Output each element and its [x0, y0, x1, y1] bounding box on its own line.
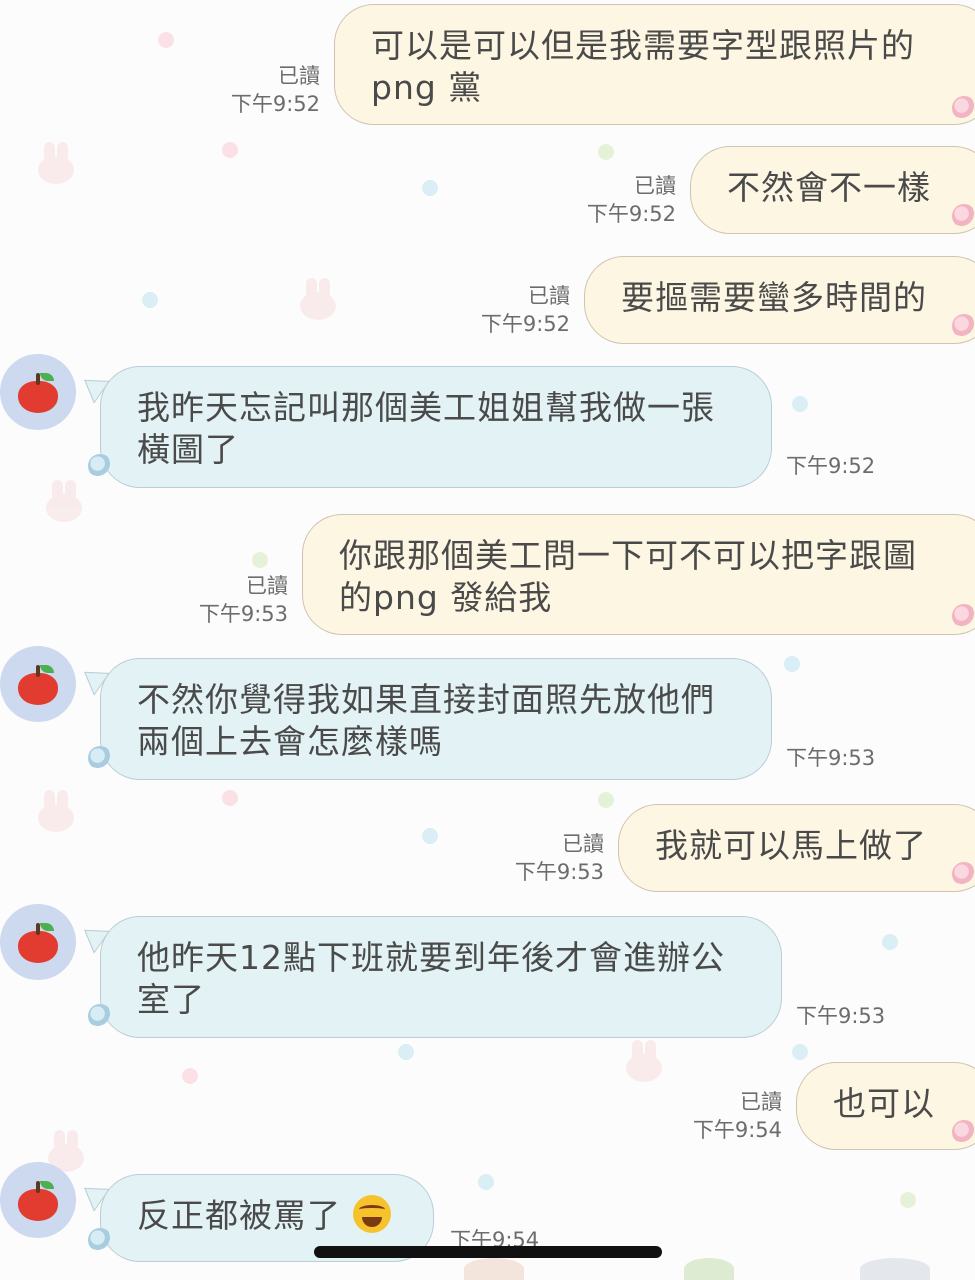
message-time: 下午9:52: [786, 454, 876, 478]
decor-dot: [222, 790, 238, 806]
decor-dot: [422, 828, 438, 844]
decor-dot: [598, 792, 614, 808]
message-time: 下午9:52: [586, 202, 676, 226]
avatar[interactable]: [0, 1162, 76, 1238]
message-bubble[interactable]: 他昨天12點下班就要到年後才會進辦公 室了: [100, 916, 782, 1038]
home-indicator[interactable]: [314, 1246, 662, 1258]
decor-dot: [222, 142, 238, 158]
read-receipt: 已讀: [246, 574, 288, 598]
bunny-icon: [44, 480, 84, 524]
message-text: 反正都被罵了: [137, 1196, 341, 1235]
decor-shape: [684, 1258, 734, 1280]
decor-dot: [398, 1044, 414, 1060]
decor-dot: [784, 656, 800, 672]
decor-dot: [158, 32, 174, 48]
message-meta: 已讀 下午9:53: [484, 830, 604, 886]
message-meta: 已讀 下午9:53: [168, 572, 288, 628]
apple-icon: [18, 923, 58, 963]
message-time: 下午9:52: [230, 92, 320, 116]
message-bubble[interactable]: 你跟那個美工問一下可不可以把字跟圖 的png 發給我: [302, 514, 975, 635]
decor-shape: [860, 1258, 930, 1280]
read-receipt: 已讀: [562, 832, 604, 856]
decor-dot: [900, 1192, 916, 1208]
message-time: 下午9:54: [692, 1118, 782, 1142]
message-time: 下午9:53: [796, 1004, 886, 1028]
flower-icon: [88, 746, 112, 770]
message-meta: 已讀 下午9:54: [662, 1088, 782, 1144]
message-meta: 已讀 下午9:52: [450, 282, 570, 338]
avatar[interactable]: [0, 646, 76, 722]
message-meta: 已讀 下午9:52: [200, 62, 320, 118]
message-bubble[interactable]: 我就可以馬上做了: [618, 804, 975, 892]
flower-icon: [952, 862, 975, 886]
decor-dot: [478, 1174, 494, 1190]
laughing-tears-emoji: [352, 1195, 391, 1233]
message-time: 下午9:53: [786, 746, 876, 770]
read-receipt: 已讀: [528, 284, 570, 308]
message-bubble[interactable]: 不然會不一樣: [690, 146, 975, 234]
flower-icon: [952, 96, 975, 120]
message-bubble[interactable]: 要摳需要蠻多時間的: [584, 256, 975, 344]
flower-icon: [952, 604, 975, 628]
read-receipt: 已讀: [278, 64, 320, 88]
flower-icon: [952, 1120, 975, 1144]
flower-icon: [88, 1228, 112, 1252]
decor-dot: [598, 144, 614, 160]
message-bubble[interactable]: 可以是可以但是我需要字型跟照片的 png 黨: [334, 4, 975, 125]
flower-icon: [88, 454, 112, 478]
flower-icon: [88, 1004, 112, 1028]
avatar[interactable]: [0, 354, 76, 430]
flower-icon: [952, 204, 975, 228]
message-bubble[interactable]: 不然你覺得我如果直接封面照先放他們 兩個上去會怎麼樣嗎: [100, 658, 772, 780]
decor-dot: [252, 552, 268, 568]
flower-icon: [952, 314, 975, 338]
decor-shape: [464, 1258, 524, 1280]
bunny-icon: [36, 790, 76, 834]
decor-dot: [142, 292, 158, 308]
decor-dot: [792, 1044, 808, 1060]
message-time: 下午9:53: [198, 602, 288, 626]
message-time: 下午9:52: [480, 312, 570, 336]
message-bubble[interactable]: 也可以: [796, 1062, 975, 1150]
apple-icon: [18, 373, 58, 413]
bunny-icon: [36, 142, 76, 186]
decor-dot: [422, 180, 438, 196]
message-bubble[interactable]: 我昨天忘記叫那個美工姐姐幫我做一張 橫圖了: [100, 366, 772, 488]
decor-dot: [792, 396, 808, 412]
read-receipt: 已讀: [740, 1090, 782, 1114]
bunny-icon: [298, 278, 338, 322]
apple-icon: [18, 665, 58, 705]
avatar[interactable]: [0, 904, 76, 980]
decor-dot: [182, 1068, 198, 1084]
bunny-icon: [624, 1040, 664, 1084]
apple-icon: [18, 1181, 58, 1221]
read-receipt: 已讀: [634, 174, 676, 198]
message-time: 下午9:53: [514, 860, 604, 884]
message-meta: 已讀 下午9:52: [556, 172, 676, 228]
decor-dot: [882, 934, 898, 950]
